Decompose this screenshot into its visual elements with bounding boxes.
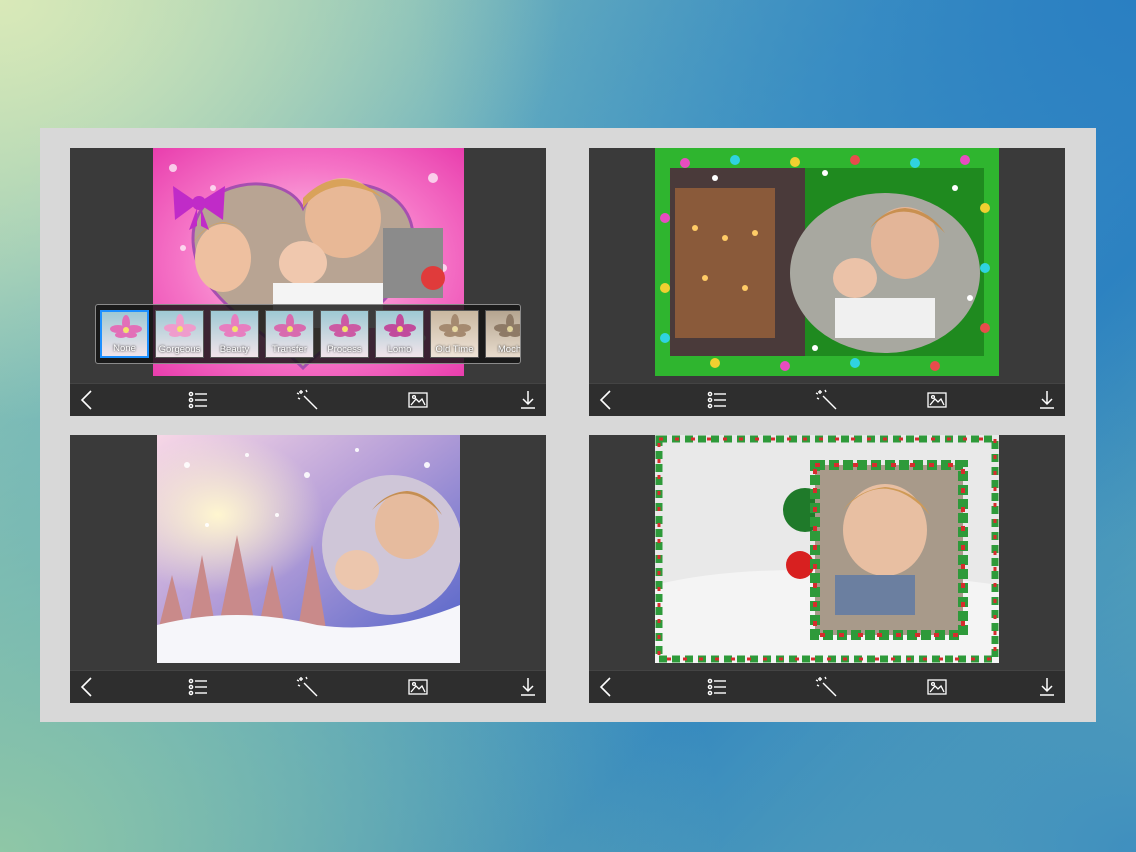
flower-thumbnail-icon: [439, 314, 471, 337]
bottom-toolbar: [589, 383, 1065, 416]
gallery-button[interactable]: [925, 388, 949, 412]
filter-label: None: [113, 343, 136, 354]
back-button[interactable]: [76, 388, 100, 412]
editor-panel-pink: None Gorgeous Beauty Transfer Process Lo…: [70, 148, 546, 416]
photo-preview-winter[interactable]: [157, 435, 460, 663]
download-icon: [1040, 391, 1054, 409]
filter-process[interactable]: Process: [320, 310, 369, 358]
magic-wand-icon: [815, 676, 837, 697]
flower-thumbnail-icon: [110, 315, 142, 338]
list-button[interactable]: [705, 675, 729, 699]
flower-thumbnail-icon: [329, 314, 361, 337]
list-icon: [188, 391, 207, 409]
flower-thumbnail-icon: [384, 314, 416, 337]
effects-button[interactable]: [296, 388, 320, 412]
magic-wand-icon: [815, 389, 837, 410]
photo-preview-tinsel[interactable]: [655, 435, 999, 663]
filter-label: Beauty: [219, 344, 250, 355]
gallery-button[interactable]: [406, 388, 430, 412]
filter-moch[interactable]: Moch: [485, 310, 521, 358]
list-button[interactable]: [186, 675, 210, 699]
filter-strip[interactable]: None Gorgeous Beauty Transfer Process Lo…: [95, 304, 521, 364]
photo-preview-christmas-street[interactable]: [655, 148, 999, 376]
download-button[interactable]: [516, 675, 540, 699]
download-button[interactable]: [516, 388, 540, 412]
list-icon: [707, 678, 726, 696]
filter-old-time[interactable]: Old Time: [430, 310, 479, 358]
editor-panel-winter: [70, 435, 546, 703]
flower-thumbnail-icon: [164, 314, 196, 337]
filter-label: Gorgeous: [158, 344, 201, 355]
list-button[interactable]: [186, 388, 210, 412]
bottom-toolbar: [70, 670, 546, 703]
download-button[interactable]: [1035, 388, 1059, 412]
effects-button[interactable]: [296, 675, 320, 699]
effects-button[interactable]: [815, 388, 839, 412]
filter-label: Process: [327, 344, 362, 355]
filter-gorgeous[interactable]: Gorgeous: [155, 310, 204, 358]
editor-panel-tinsel: [589, 435, 1065, 703]
back-button[interactable]: [595, 675, 619, 699]
gallery-icon: [408, 392, 428, 408]
gallery-button[interactable]: [406, 675, 430, 699]
filter-label: Moch: [497, 344, 521, 355]
filter-transfer[interactable]: Transfer: [265, 310, 314, 358]
screenshot-board: None Gorgeous Beauty Transfer Process Lo…: [40, 128, 1096, 722]
back-icon: [80, 677, 92, 697]
effects-button[interactable]: [815, 675, 839, 699]
download-icon: [521, 391, 535, 409]
filter-none[interactable]: None: [100, 310, 149, 358]
list-icon: [188, 678, 207, 696]
magic-wand-icon: [296, 389, 318, 410]
back-button[interactable]: [595, 388, 619, 412]
editor-panel-christmas-street: [589, 148, 1065, 416]
download-icon: [521, 678, 535, 696]
flower-thumbnail-icon: [274, 314, 306, 337]
back-icon: [599, 390, 611, 410]
download-button[interactable]: [1035, 675, 1059, 699]
back-button[interactable]: [76, 675, 100, 699]
back-icon: [80, 390, 92, 410]
filter-label: Old Time: [435, 344, 474, 355]
gallery-icon: [927, 679, 947, 695]
gallery-button[interactable]: [925, 675, 949, 699]
flower-thumbnail-icon: [494, 314, 520, 337]
bottom-toolbar: [70, 383, 546, 416]
gallery-icon: [927, 392, 947, 408]
gallery-icon: [408, 679, 428, 695]
list-button[interactable]: [705, 388, 729, 412]
filter-label: Lomo: [387, 344, 412, 355]
back-icon: [599, 677, 611, 697]
magic-wand-icon: [296, 676, 318, 697]
filter-label: Transfer: [271, 344, 308, 355]
flower-thumbnail-icon: [219, 314, 251, 337]
download-icon: [1040, 678, 1054, 696]
filter-lomo[interactable]: Lomo: [375, 310, 424, 358]
bottom-toolbar: [589, 670, 1065, 703]
list-icon: [707, 391, 726, 409]
filter-beauty[interactable]: Beauty: [210, 310, 259, 358]
